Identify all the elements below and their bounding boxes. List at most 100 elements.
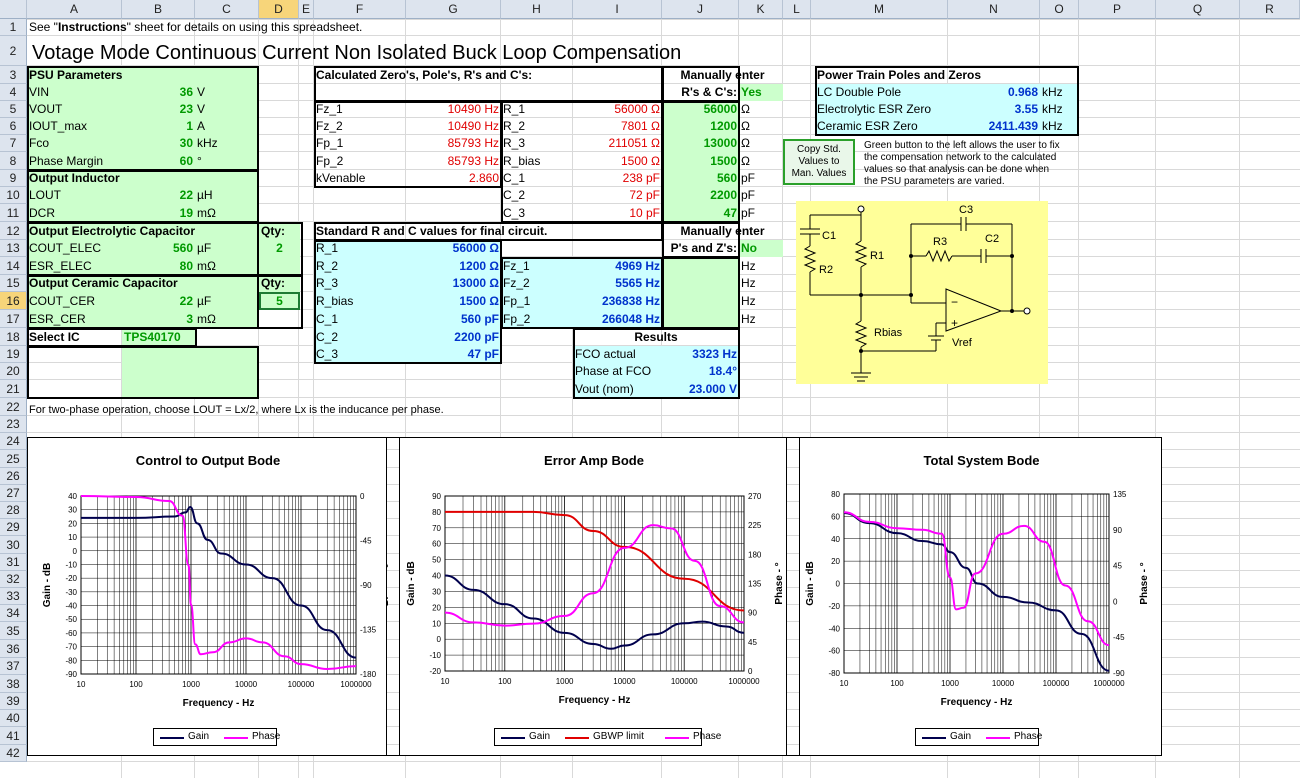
row-header-5[interactable]: 5: [0, 101, 27, 118]
column-header-q[interactable]: Q: [1156, 0, 1240, 19]
row-header-6[interactable]: 6: [0, 118, 27, 135]
column-header-f[interactable]: F: [314, 0, 406, 19]
manual-pz-input[interactable]: [662, 310, 739, 328]
row-header-7[interactable]: 7: [0, 135, 27, 152]
row-header-42[interactable]: 42: [0, 745, 27, 762]
elec-value-input[interactable]: 560: [122, 240, 195, 257]
blank-cell[interactable]: [27, 380, 122, 398]
psu-value-input[interactable]: 36: [122, 84, 195, 101]
row-header-20[interactable]: 20: [0, 363, 27, 380]
select-ic-dropdown[interactable]: TPS40170: [122, 328, 195, 346]
row-header-10[interactable]: 10: [0, 187, 27, 204]
row-header-29[interactable]: 29: [0, 519, 27, 536]
column-header-c[interactable]: C: [195, 0, 259, 19]
row-header-17[interactable]: 17: [0, 310, 27, 328]
row-header-32[interactable]: 32: [0, 571, 27, 588]
row-header-11[interactable]: 11: [0, 204, 27, 222]
elec-value-input[interactable]: 80: [122, 257, 195, 275]
blank-input[interactable]: [122, 346, 195, 363]
row-header-39[interactable]: 39: [0, 693, 27, 710]
row-header-27[interactable]: 27: [0, 485, 27, 502]
row-header-12[interactable]: 12: [0, 222, 27, 240]
row-header-28[interactable]: 28: [0, 502, 27, 519]
row-header-22[interactable]: 22: [0, 398, 27, 416]
select-all-corner[interactable]: [0, 0, 27, 19]
row-header-25[interactable]: 25: [0, 450, 27, 468]
column-header-j[interactable]: J: [662, 0, 739, 19]
inductor-value-input[interactable]: 22: [122, 187, 195, 204]
column-header-m[interactable]: M: [811, 0, 948, 19]
row-header-3[interactable]: 3: [0, 66, 27, 84]
row-header-31[interactable]: 31: [0, 554, 27, 571]
column-header-h[interactable]: H: [501, 0, 573, 19]
manual-value-input[interactable]: 56000: [662, 101, 739, 118]
column-header-e[interactable]: E: [299, 0, 314, 19]
cer-value-input[interactable]: 22: [122, 292, 195, 310]
chart-panel[interactable]: Control to Output Bode 40 30 20 10 0 -10 -20 -30…: [27, 437, 388, 756]
column-header-o[interactable]: O: [1040, 0, 1079, 19]
row-header-30[interactable]: 30: [0, 536, 27, 554]
row-header-38[interactable]: 38: [0, 675, 27, 693]
cer-qty-input[interactable]: 5: [259, 292, 300, 310]
manual-rc-flag[interactable]: Yes: [739, 84, 783, 101]
row-header-33[interactable]: 33: [0, 588, 27, 605]
row-header-8[interactable]: 8: [0, 152, 27, 170]
row-header-4[interactable]: 4: [0, 84, 27, 101]
manual-value-input[interactable]: 47: [662, 204, 739, 222]
manual-value-input[interactable]: 13000: [662, 135, 739, 152]
psu-value-input[interactable]: 60: [122, 152, 195, 170]
column-header-i[interactable]: I: [573, 0, 662, 19]
row-header-16[interactable]: 16: [0, 292, 27, 310]
manual-pz-input[interactable]: [662, 275, 739, 292]
chart-panel[interactable]: Total System Bode 80 60 40 20 0 -20 -40 -60 -80 13…: [799, 437, 1162, 756]
blank-input[interactable]: [195, 346, 257, 363]
blank-input[interactable]: [122, 363, 195, 380]
manual-pz-flag[interactable]: No: [739, 240, 783, 257]
manual-pz-input[interactable]: [662, 292, 739, 310]
column-header-g[interactable]: G: [406, 0, 501, 19]
row-header-18[interactable]: 18: [0, 328, 27, 346]
row-header-23[interactable]: 23: [0, 416, 27, 433]
blank-input[interactable]: [195, 380, 257, 398]
inductor-value-input[interactable]: 19: [122, 204, 195, 222]
row-header-41[interactable]: 41: [0, 727, 27, 745]
row-header-9[interactable]: 9: [0, 170, 27, 187]
column-header-b[interactable]: B: [122, 0, 195, 19]
manual-value-input[interactable]: 1200: [662, 118, 739, 135]
manual-value-input[interactable]: 1500: [662, 152, 739, 170]
blank-cell[interactable]: [27, 346, 122, 363]
column-header-p[interactable]: P: [1079, 0, 1156, 19]
elec-qty-blank[interactable]: [259, 257, 300, 275]
blank-input[interactable]: [122, 380, 195, 398]
column-header-r[interactable]: R: [1240, 0, 1300, 19]
manual-value-input[interactable]: 560: [662, 170, 739, 187]
psu-value-input[interactable]: 1: [122, 118, 195, 135]
copy-std-values-button[interactable]: Copy Std. Values to Man. Values: [783, 139, 855, 185]
blank-cell[interactable]: [27, 363, 122, 380]
cer-value-input[interactable]: 3: [122, 310, 195, 328]
psu-value-input[interactable]: 30: [122, 135, 195, 152]
elec-qty-input[interactable]: 2: [259, 240, 300, 257]
column-header-a[interactable]: A: [27, 0, 122, 19]
row-header-21[interactable]: 21: [0, 380, 27, 398]
column-header-d[interactable]: D: [259, 0, 299, 19]
blank-input[interactable]: [195, 363, 257, 380]
row-header-15[interactable]: 15: [0, 275, 27, 292]
row-header-35[interactable]: 35: [0, 622, 27, 640]
row-header-19[interactable]: 19: [0, 346, 27, 363]
chart-panel[interactable]: Error Amp Bode 90 80 70 60 50 40 30 20 10 0 -10 -20 2…: [399, 437, 787, 756]
row-header-13[interactable]: 13: [0, 240, 27, 257]
row-header-2[interactable]: 2: [0, 36, 27, 66]
column-header-k[interactable]: K: [739, 0, 783, 19]
row-header-34[interactable]: 34: [0, 605, 27, 622]
row-header-36[interactable]: 36: [0, 640, 27, 658]
row-header-37[interactable]: 37: [0, 658, 27, 675]
row-header-26[interactable]: 26: [0, 468, 27, 485]
row-header-1[interactable]: 1: [0, 19, 27, 36]
psu-value-input[interactable]: 23: [122, 101, 195, 118]
column-header-l[interactable]: L: [783, 0, 811, 19]
manual-pz-input[interactable]: [662, 257, 739, 275]
row-header-24[interactable]: 24: [0, 433, 27, 450]
manual-value-input[interactable]: 2200: [662, 187, 739, 204]
row-header-40[interactable]: 40: [0, 710, 27, 727]
